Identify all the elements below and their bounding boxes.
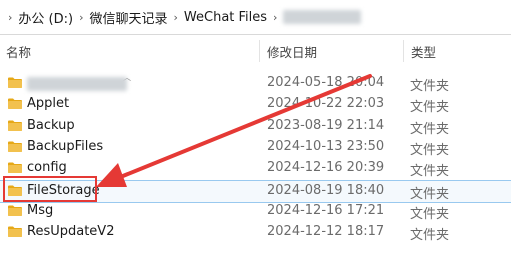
file-type: 文件夹 <box>410 164 450 179</box>
file-row[interactable]: BackupFiles 2024-10-13 23:50 文件夹 <box>0 137 511 158</box>
folder-icon <box>8 205 22 216</box>
chevron-right-icon[interactable]: › <box>73 11 89 24</box>
folder-icon <box>8 98 22 109</box>
file-name-redacted <box>27 77 127 91</box>
breadcrumb-item-drive[interactable]: 办公 (D:) <box>18 8 73 27</box>
file-name: BackupFiles <box>27 139 104 154</box>
file-name: Backup <box>27 118 75 133</box>
file-type: 文件夹 <box>410 228 450 243</box>
file-modified-date: 2024-10-13 23:50 <box>267 139 385 154</box>
breadcrumb-item-redacted[interactable] <box>283 10 362 24</box>
column-header-name[interactable]: 名称 <box>6 42 31 61</box>
file-modified-date: 2024-08-19 18:40 <box>267 183 385 198</box>
file-name: ResUpdateV2 <box>27 224 115 239</box>
file-modified-date: 2023-08-19 21:14 <box>267 118 385 133</box>
column-divider[interactable] <box>259 40 260 62</box>
column-divider[interactable] <box>403 40 404 62</box>
folder-icon <box>8 77 22 88</box>
file-name: Msg <box>27 203 54 218</box>
breadcrumb-item-wechat-files[interactable]: WeChat Files <box>184 10 267 25</box>
breadcrumb[interactable]: › 办公 (D:) › 微信聊天记录 › WeChat Files › <box>0 0 511 35</box>
file-modified-date: 2024-12-12 18:17 <box>267 224 385 239</box>
chevron-right-icon[interactable]: › <box>168 11 184 24</box>
folder-icon <box>8 226 22 237</box>
file-name: config <box>27 160 67 175</box>
file-row[interactable]: Msg 2024-12-16 17:21 文件夹 <box>0 201 511 222</box>
column-header-row: 名称 ︿ 修改日期 类型 <box>0 35 511 82</box>
folder-icon <box>8 141 22 152</box>
chevron-right-icon[interactable]: › <box>267 11 283 24</box>
annotation-highlight-box <box>3 176 97 202</box>
file-type: 文件夹 <box>410 143 450 158</box>
file-type: 文件夹 <box>410 122 450 137</box>
chevron-right-icon[interactable]: › <box>2 11 18 24</box>
file-modified-date: 2024-12-16 20:39 <box>267 160 385 175</box>
file-type: 文件夹 <box>410 100 450 115</box>
file-modified-date: 2024-12-16 17:21 <box>267 203 385 218</box>
file-row[interactable]: 2024-05-18 20:04 文件夹 <box>0 73 511 94</box>
file-modified-date: 2024-10-22 22:03 <box>267 96 385 111</box>
file-row[interactable]: ResUpdateV2 2024-12-12 18:17 文件夹 <box>0 222 511 243</box>
file-row[interactable]: Applet 2024-10-22 22:03 文件夹 <box>0 94 511 115</box>
folder-icon <box>8 162 22 173</box>
column-header-date[interactable]: 修改日期 <box>267 42 317 61</box>
breadcrumb-item-wechat-records[interactable]: 微信聊天记录 <box>89 8 167 27</box>
file-row[interactable]: Backup 2023-08-19 21:14 文件夹 <box>0 116 511 137</box>
file-type: 文件夹 <box>410 79 450 94</box>
folder-icon <box>8 120 22 131</box>
file-name: Applet <box>27 96 70 111</box>
column-header-type[interactable]: 类型 <box>411 42 436 61</box>
file-type: 文件夹 <box>410 207 450 222</box>
file-type: 文件夹 <box>410 187 450 202</box>
file-modified-date: 2024-05-18 20:04 <box>267 75 385 90</box>
